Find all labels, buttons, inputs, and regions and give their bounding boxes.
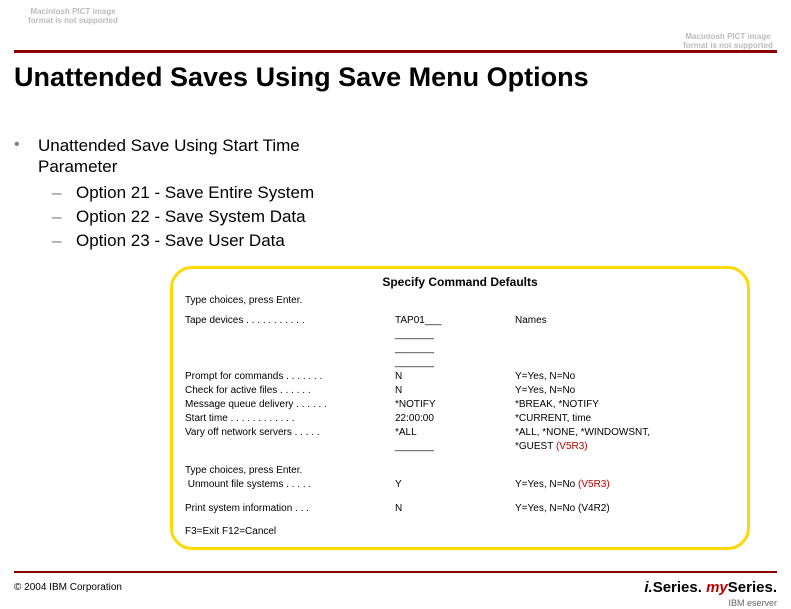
dash-marker: –: [52, 229, 76, 253]
panel-grid: Tape devices . . . . . . . . . . . TAP01…: [185, 314, 735, 516]
field-hint: Y=Yes, N=No (V4R2): [515, 502, 735, 516]
sub-bullet-text: Option 22 - Save System Data: [76, 205, 306, 229]
field-label: Prompt for commands . . . . . . . Check …: [185, 370, 395, 454]
sub-bullet: – Option 23 - Save User Data: [52, 229, 777, 253]
panel-fkeys: F3=Exit F12=Cancel: [185, 526, 735, 537]
field-hint: Names: [515, 314, 735, 370]
content-area: • Unattended Save Using Start Time Param…: [14, 135, 777, 253]
main-bullet: • Unattended Save Using Start Time Param…: [14, 135, 777, 177]
field-value: Y: [395, 464, 515, 492]
page-title: Unattended Saves Using Save Menu Options: [14, 62, 589, 93]
dash-marker: –: [52, 181, 76, 205]
field-label: Type choices, press Enter. Unmount file …: [185, 464, 395, 492]
command-panel: Specify Command Defaults Type choices, p…: [170, 266, 750, 550]
field-label: Print system information . . .: [185, 502, 395, 516]
dash-marker: –: [52, 205, 76, 229]
panel-instruction: Type choices, press Enter.: [185, 295, 735, 306]
command-panel-wrap: Specify Command Defaults Type choices, p…: [170, 266, 750, 550]
placeholder-image-top-right: Macintosh PICT image format is not suppo…: [673, 33, 783, 51]
field-value: N: [395, 502, 515, 516]
placeholder-image-top-left: Macintosh PICT image format is not suppo…: [18, 8, 128, 26]
eserver-logo: IBM eserver: [728, 598, 777, 608]
sub-bullet-list: – Option 21 - Save Entire System – Optio…: [52, 181, 777, 253]
field-hint: Y=Yes, N=No Y=Yes, N=No *BREAK, *NOTIFY …: [515, 370, 735, 454]
field-hint: Y=Yes, N=No (V5R3): [515, 464, 735, 492]
panel-title: Specify Command Defaults: [185, 275, 735, 289]
field-value: N N *NOTIFY 22:00:00 *ALL _______: [395, 370, 515, 454]
brand-series: Series.: [653, 579, 702, 596]
sub-bullet: – Option 21 - Save Entire System: [52, 181, 777, 205]
sub-bullet: – Option 22 - Save System Data: [52, 205, 777, 229]
brand-logo: i.Series. mySeries.: [644, 579, 777, 596]
bullet-marker: •: [14, 135, 38, 155]
footer-rule: [14, 571, 777, 573]
header-rule: [14, 50, 777, 53]
brand-series: Series.: [728, 579, 777, 596]
brand-my: my: [702, 579, 728, 596]
field-value: TAP01___ _______ _______ _______: [395, 314, 515, 370]
field-label: Tape devices . . . . . . . . . . .: [185, 314, 395, 370]
bullet-text: Unattended Save Using Start Time Paramet…: [38, 135, 300, 177]
copyright: © 2004 IBM Corporation: [14, 582, 122, 593]
brand-i: i.: [644, 579, 652, 596]
sub-bullet-text: Option 21 - Save Entire System: [76, 181, 314, 205]
sub-bullet-text: Option 23 - Save User Data: [76, 229, 285, 253]
